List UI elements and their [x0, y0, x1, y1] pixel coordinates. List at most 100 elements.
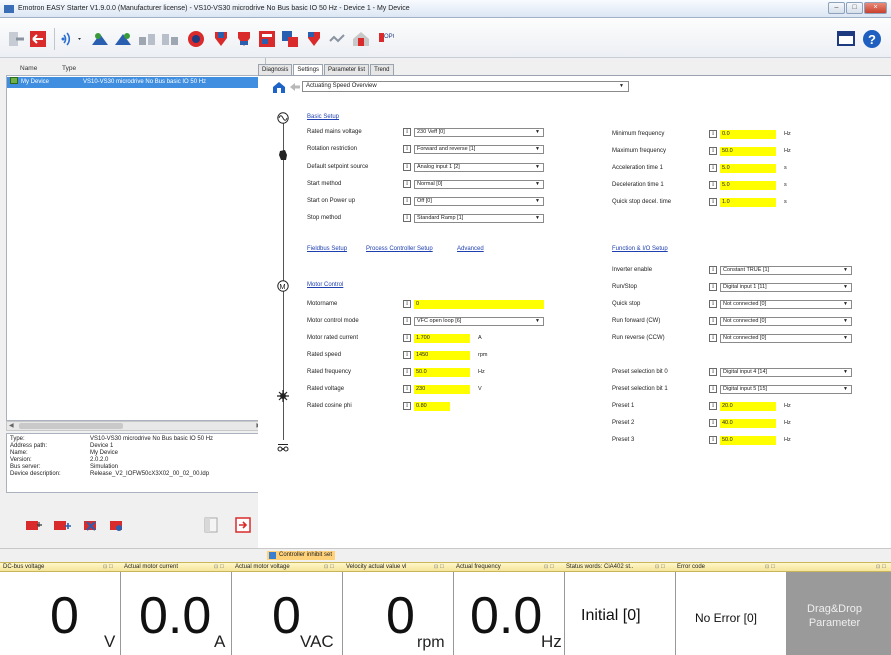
- minimize-button[interactable]: –: [828, 2, 845, 14]
- info-button[interactable]: I: [403, 385, 411, 393]
- fieldbus-setup-link[interactable]: Fieldbus Setup: [307, 246, 347, 252]
- monitor-status-word[interactable]: Initial [0]: [565, 572, 676, 655]
- view-select[interactable]: Actuating Speed Overview ▼: [302, 81, 629, 92]
- info-button[interactable]: I: [403, 145, 411, 153]
- info-button[interactable]: I: [709, 334, 717, 342]
- insert-device-icon[interactable]: [52, 517, 74, 533]
- device-settings-icon[interactable]: [108, 517, 126, 533]
- monitor-pin-icons[interactable]: ⊡ ☐: [434, 563, 444, 572]
- rated-speed-input[interactable]: 1450: [414, 351, 470, 360]
- offline-icon[interactable]: [28, 29, 48, 49]
- stop-method-select[interactable]: Standard Ramp [1] ▼: [414, 214, 544, 223]
- inverter-enable-select[interactable]: Constant TRUE [1] ▼: [720, 266, 852, 275]
- panel-toggle-icon[interactable]: [204, 517, 218, 533]
- info-button[interactable]: I: [709, 368, 717, 376]
- monitor-pin-icons[interactable]: ⊡ ☐: [765, 563, 775, 572]
- compare-icon[interactable]: [280, 29, 300, 49]
- monitor-pin-icons[interactable]: ⊡ ☐: [324, 563, 334, 572]
- stop-drive-icon[interactable]: [186, 29, 206, 49]
- download-parameters-icon[interactable]: [113, 29, 133, 49]
- function-io-setup-link[interactable]: Function & I/O Setup: [612, 246, 668, 252]
- monitor-motor-current[interactable]: 0.0 A: [121, 572, 232, 655]
- collapse-pane-icon[interactable]: [235, 517, 251, 533]
- tab-settings[interactable]: Settings: [293, 64, 324, 75]
- load-from-device-icon[interactable]: [234, 29, 254, 49]
- info-button[interactable]: I: [709, 436, 717, 444]
- default-setpoint-source-select[interactable]: Analog input 1 [2] ▼: [414, 163, 544, 172]
- info-button[interactable]: I: [709, 164, 717, 172]
- minimum-frequency-input[interactable]: 0.0: [720, 130, 776, 139]
- info-button[interactable]: I: [709, 130, 717, 138]
- info-button[interactable]: I: [403, 368, 411, 376]
- monitor-pin-icons[interactable]: ⊡ ☐: [544, 563, 554, 572]
- monitor-frequency[interactable]: 0.0 Hz: [454, 572, 565, 655]
- transfer-icon[interactable]: [304, 29, 324, 49]
- preset-selection-bit1-select[interactable]: Digital input 5 [15] ▼: [720, 385, 852, 394]
- scroll-thumb[interactable]: [19, 423, 123, 429]
- info-button[interactable]: I: [403, 128, 411, 136]
- rated-cosine-phi-input[interactable]: 0.80: [414, 402, 450, 411]
- add-device-icon[interactable]: [24, 517, 46, 533]
- info-button[interactable]: I: [709, 198, 717, 206]
- info-button[interactable]: I: [709, 147, 717, 155]
- quick-stop-decel-input[interactable]: 1.0: [720, 198, 776, 207]
- help-icon[interactable]: ?: [862, 29, 882, 49]
- maximize-button[interactable]: □: [846, 2, 863, 14]
- column-header-name[interactable]: Name: [20, 65, 37, 72]
- scroll-left-arrow-icon[interactable]: ◀: [9, 422, 14, 430]
- paste-parameters-icon[interactable]: [160, 29, 180, 49]
- save-to-device-icon[interactable]: [211, 29, 231, 49]
- search-devices-icon[interactable]: [60, 29, 84, 49]
- motor-control-link[interactable]: Motor Control: [307, 282, 343, 288]
- info-button[interactable]: I: [403, 317, 411, 325]
- info-button[interactable]: I: [403, 180, 411, 188]
- rated-frequency-input[interactable]: 50.0: [414, 368, 470, 377]
- tab-parameter-list[interactable]: Parameter list: [324, 64, 370, 75]
- back-arrow-icon[interactable]: [289, 82, 301, 92]
- tab-diagnosis[interactable]: Diagnosis: [258, 64, 293, 75]
- info-button[interactable]: I: [709, 385, 717, 393]
- tree-scrollbar[interactable]: ◀ ▶: [6, 421, 264, 431]
- info-button[interactable]: I: [403, 351, 411, 359]
- preset-1-input[interactable]: 20.0: [720, 402, 776, 411]
- monitor-pin-icons[interactable]: ⊡ ☐: [655, 563, 665, 572]
- monitor-pin-icons[interactable]: ⊡ ☐: [103, 563, 113, 572]
- tree-row[interactable]: My Device VS10-VS30 microdrive No Bus ba…: [7, 77, 263, 88]
- preset-selection-bit0-select[interactable]: Digital input 4 [14] ▼: [720, 368, 852, 377]
- info-button[interactable]: I: [709, 402, 717, 410]
- drag-drop-parameter-slot[interactable]: Drag&Drop Parameter: [787, 572, 891, 655]
- start-method-select[interactable]: Normal [0] ▼: [414, 180, 544, 189]
- monitor-pin-icons[interactable]: ⊡ ☐: [214, 563, 224, 572]
- process-controller-setup-link[interactable]: Process Controller Setup: [366, 246, 433, 252]
- monitor-motor-voltage[interactable]: 0 VAC: [232, 572, 343, 655]
- parameter-set-icon[interactable]: [257, 29, 277, 49]
- run-stop-select[interactable]: Digital input 1 [11] ▼: [720, 283, 852, 292]
- online-icon[interactable]: [6, 29, 26, 49]
- info-button[interactable]: I: [403, 163, 411, 171]
- monitor-dc-bus-voltage[interactable]: 0 V: [0, 572, 121, 655]
- monitor-velocity[interactable]: 0 rpm: [343, 572, 454, 655]
- motor-rated-current-input[interactable]: 1.700: [414, 334, 470, 343]
- motorname-input[interactable]: 0: [414, 300, 544, 309]
- advanced-link[interactable]: Advanced: [457, 246, 484, 252]
- upload-parameters-icon[interactable]: [90, 29, 110, 49]
- rated-voltage-input[interactable]: 230: [414, 385, 470, 394]
- start-on-power-up-select[interactable]: Off [0] ▼: [414, 197, 544, 206]
- opc-icon[interactable]: OPC: [374, 29, 394, 49]
- tab-trend[interactable]: Trend: [370, 64, 394, 75]
- info-button[interactable]: I: [709, 419, 717, 427]
- info-button[interactable]: I: [709, 266, 717, 274]
- info-button[interactable]: I: [403, 214, 411, 222]
- preset-3-input[interactable]: 50.0: [720, 436, 776, 445]
- info-button[interactable]: I: [709, 181, 717, 189]
- connection-icon[interactable]: [327, 29, 347, 49]
- monitor-error-code[interactable]: No Error [0]: [676, 572, 787, 655]
- info-button[interactable]: I: [709, 317, 717, 325]
- remove-device-icon[interactable]: [82, 517, 100, 533]
- preset-2-input[interactable]: 40.0: [720, 419, 776, 428]
- close-button[interactable]: ×: [864, 2, 887, 14]
- info-button[interactable]: I: [403, 334, 411, 342]
- info-button[interactable]: I: [403, 197, 411, 205]
- home-icon[interactable]: [272, 81, 286, 93]
- run-reverse-select[interactable]: Not connected [0] ▼: [720, 334, 852, 343]
